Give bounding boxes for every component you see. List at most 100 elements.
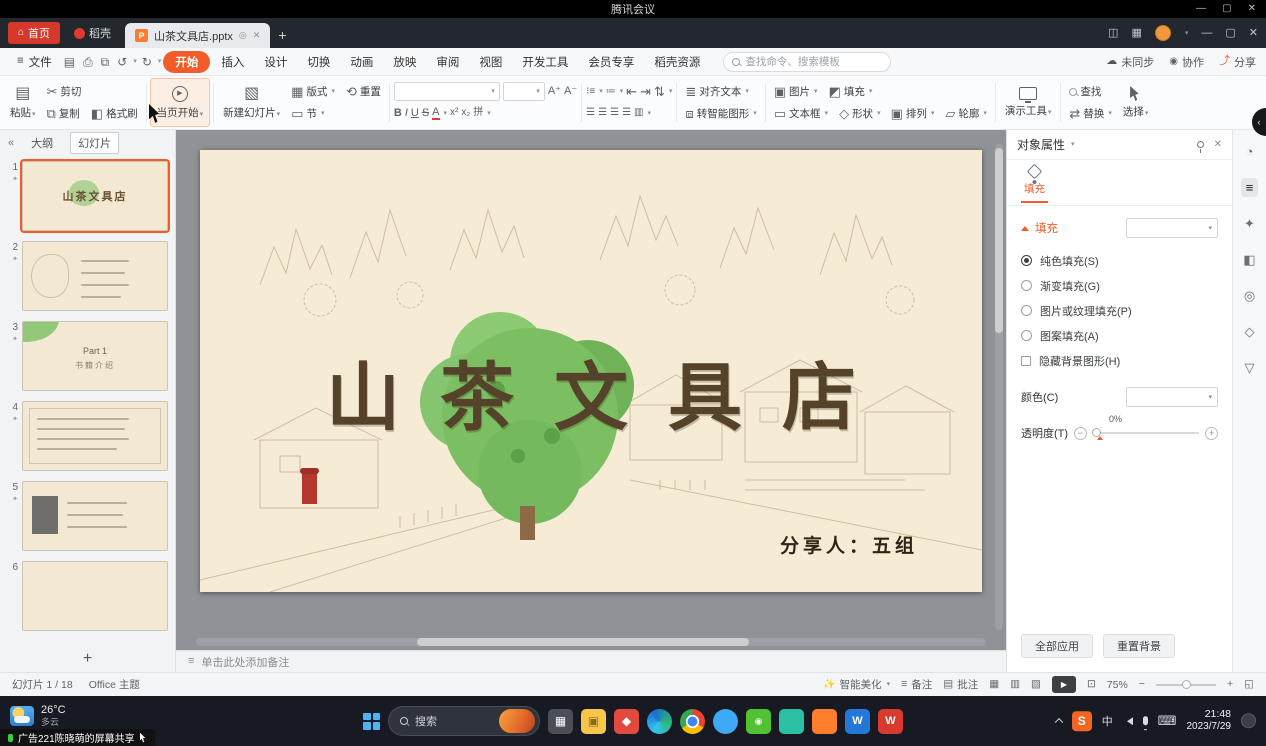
sogou-ime-icon[interactable]: S xyxy=(1072,711,1092,731)
option-solid-fill[interactable]: 纯色填充(S) xyxy=(1021,248,1218,273)
slideshow-play-button[interactable] xyxy=(1052,676,1076,693)
transparency-slider[interactable] xyxy=(1093,432,1199,434)
object-properties-panel-icon[interactable] xyxy=(1241,178,1259,197)
new-tab-button[interactable] xyxy=(278,28,286,42)
tab-insert[interactable]: 插入 xyxy=(212,51,253,73)
design-panel-icon[interactable] xyxy=(1238,250,1260,269)
slide-thumbnail-3[interactable]: 3 Part 1 书籍介绍 xyxy=(4,321,168,391)
undo-icon[interactable] xyxy=(114,54,130,70)
format-painter-button[interactable]: 格式刷 xyxy=(87,104,142,123)
tab-view[interactable]: 视图 xyxy=(470,51,511,73)
slides-tab[interactable]: 幻灯片 xyxy=(70,132,119,154)
pin-icon[interactable] xyxy=(1197,141,1204,148)
italic-icon[interactable] xyxy=(405,108,408,119)
arrange-button[interactable]: 排列 xyxy=(887,104,939,123)
new-slide-button[interactable]: 新建幻灯片 xyxy=(217,78,286,127)
window-maximize-icon[interactable] xyxy=(1225,28,1235,39)
document-tab[interactable]: P 山茶文具店.pptx xyxy=(125,23,270,48)
comments-toggle-button[interactable]: 批注 xyxy=(943,677,978,692)
paste-button[interactable]: 粘贴 xyxy=(4,78,42,127)
start-button[interactable] xyxy=(363,713,380,730)
share-button[interactable]: 分享 xyxy=(1219,54,1256,70)
columns-icon[interactable] xyxy=(634,108,643,118)
command-search-input[interactable]: 查找命令、搜索模板 xyxy=(723,52,891,72)
tab-design[interactable]: 设计 xyxy=(255,51,296,73)
font-family-select[interactable] xyxy=(394,82,500,101)
meeting-maximize-icon[interactable] xyxy=(1222,4,1231,14)
presenter-text[interactable]: 分享人：五组 xyxy=(780,531,918,558)
tray-expand-icon[interactable] xyxy=(1054,718,1062,726)
to-smartart-button[interactable]: 转智能图形 xyxy=(681,104,760,123)
tab-close-icon[interactable] xyxy=(253,31,261,40)
underline-icon[interactable] xyxy=(411,108,419,119)
app-icon-chrome[interactable] xyxy=(680,709,705,734)
option-hide-background[interactable]: 隐藏背景图形(H) xyxy=(1021,348,1218,373)
app-icon-qq[interactable] xyxy=(713,709,738,734)
tab-transition[interactable]: 切换 xyxy=(298,51,339,73)
font-color-icon[interactable] xyxy=(432,107,439,120)
shapes-panel-icon[interactable] xyxy=(1240,322,1260,341)
option-gradient-fill[interactable]: 渐变填充(G) xyxy=(1021,273,1218,298)
window-close-icon[interactable] xyxy=(1249,28,1258,39)
notes-bar[interactable]: 单击此处添加备注 xyxy=(176,650,1006,672)
view-sorter-icon[interactable] xyxy=(1010,679,1020,690)
user-avatar[interactable] xyxy=(1155,25,1171,41)
panel-close-icon[interactable] xyxy=(1214,140,1222,150)
align-right-icon[interactable] xyxy=(610,108,619,118)
fit-slide-icon[interactable] xyxy=(1087,679,1096,690)
taskbar-search-input[interactable]: 搜索 xyxy=(388,706,540,736)
redo-caret-icon[interactable] xyxy=(158,58,162,65)
history-panel-icon[interactable] xyxy=(1241,142,1259,161)
tab-pin-icon[interactable] xyxy=(239,31,247,40)
slide-thumbnail-1[interactable]: 1 山茶文具店 xyxy=(4,161,168,231)
apply-all-button[interactable]: 全部应用 xyxy=(1021,634,1093,658)
home-tab[interactable]: 首页 xyxy=(8,22,60,44)
zoom-out-icon[interactable] xyxy=(1139,679,1145,690)
reset-background-button[interactable]: 重置背景 xyxy=(1103,634,1175,658)
section-button[interactable]: 节 xyxy=(287,104,328,123)
slide-canvas[interactable]: 山茶文具店 分享人：五组 xyxy=(176,130,1006,650)
transparency-increase-button[interactable]: + xyxy=(1205,427,1218,440)
increase-indent-icon[interactable] xyxy=(640,85,651,98)
slide-title[interactable]: 山茶文具店 xyxy=(200,338,982,445)
undo-caret-icon[interactable] xyxy=(133,58,137,65)
align-center-icon[interactable] xyxy=(598,108,607,118)
zoom-in-icon[interactable] xyxy=(1227,679,1233,690)
numbering-icon[interactable] xyxy=(606,87,616,97)
tab-member[interactable]: 会员专享 xyxy=(579,51,643,73)
ime-language-indicator[interactable]: 中 xyxy=(1102,713,1113,729)
properties-caret-icon[interactable] xyxy=(1071,141,1075,148)
screen-share-indicator[interactable]: 广告221陈晓萌的屏幕共享 xyxy=(0,729,155,746)
find-button[interactable]: 查找 xyxy=(1065,82,1105,101)
strikethrough-icon[interactable] xyxy=(422,108,429,119)
phonetic-icon[interactable] xyxy=(473,108,483,118)
docer-tab[interactable]: 稻壳 xyxy=(68,22,117,44)
redo-icon[interactable] xyxy=(139,54,155,70)
increase-font-icon[interactable] xyxy=(548,86,561,97)
slide-thumbnail-6[interactable]: 6 xyxy=(4,561,168,631)
decrease-indent-icon[interactable] xyxy=(626,85,637,98)
sync-status[interactable]: 未同步 xyxy=(1106,54,1154,70)
outline-tab[interactable]: 大纲 xyxy=(24,133,60,153)
mic-icon[interactable] xyxy=(1143,717,1148,726)
bullets-icon[interactable] xyxy=(586,87,595,97)
window-minimize-icon[interactable] xyxy=(1201,28,1212,39)
clock-widget[interactable]: 21:48 2023/7/29 xyxy=(1187,708,1232,734)
line-spacing-icon[interactable] xyxy=(654,85,665,98)
collapse-panel-icon[interactable]: « xyxy=(8,138,14,149)
slide-thumbnail-4[interactable]: 4 xyxy=(4,401,168,471)
textbox-button[interactable]: 文本框 xyxy=(770,104,832,123)
add-slide-button[interactable]: + xyxy=(0,646,175,672)
export-icon[interactable] xyxy=(98,54,113,70)
view-reading-icon[interactable] xyxy=(1031,679,1041,690)
notification-badge[interactable] xyxy=(1241,714,1256,729)
fullscreen-icon[interactable] xyxy=(1244,679,1254,690)
app-icon-wechat[interactable] xyxy=(746,709,771,734)
app-icon-red[interactable] xyxy=(614,709,639,734)
play-from-current-button[interactable]: 当页开始 xyxy=(150,78,211,127)
fill-button[interactable]: 填充 xyxy=(825,82,877,101)
tab-slideshow[interactable]: 放映 xyxy=(384,51,425,73)
color-select[interactable] xyxy=(1126,387,1218,407)
align-left-icon[interactable] xyxy=(586,108,595,118)
account-caret-icon[interactable] xyxy=(1185,30,1189,37)
